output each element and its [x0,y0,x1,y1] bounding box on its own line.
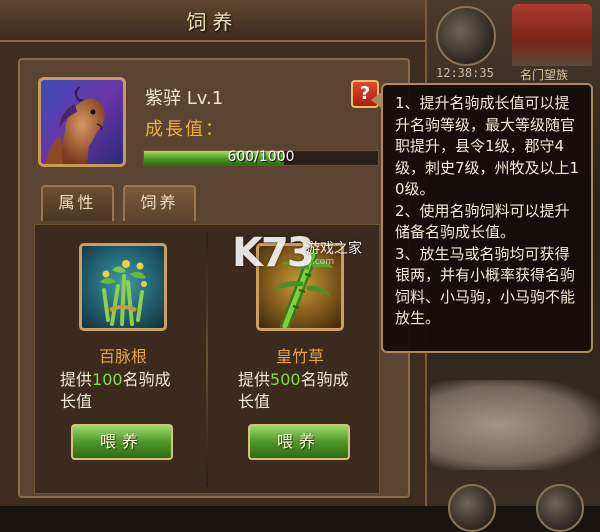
horse-icon [45,86,105,164]
item-desc-suffix: 名驹成 [300,370,349,389]
tab-feeding[interactable]: 饲养 [123,185,196,221]
feed-button-herb[interactable]: 喂养 [71,424,173,460]
horse-avatar[interactable] [38,77,126,167]
bottom-orb-icon-2[interactable] [536,484,584,532]
item-desc-line2: 长值 [60,392,93,411]
item-name-bamboo-grass: 皇竹草 [275,347,324,366]
items-divider [206,232,208,487]
clock-readout: 12:38:35 [436,66,494,80]
item-slot-bamboo-grass[interactable] [256,243,344,331]
title-bar: 饲养 [0,0,425,42]
tooltip-line-3: 3、放生马或名驹均可获得银两，并有小概率获得名驹饲料、小马驹，小马驹不能放生。 [395,244,576,328]
horse-name-level: 紫骍 Lv.1 [145,88,224,109]
item-desc-line2: 长值 [238,392,271,411]
bottom-orb-icon[interactable] [448,484,496,532]
herb-icon [100,260,147,326]
tooltip-line-1: 1、提升名驹成长值可以提升名驹等级，最大等级随官职提升，县令1级，郡守4级，刺史… [395,94,580,198]
growth-label: 成長值： [145,119,225,140]
item-desc-value: 500 [270,370,301,389]
item-desc-value: 100 [92,370,123,389]
item-desc-herb: 提供100名驹成 长值 [60,369,200,413]
bamboo-grass-icon [273,249,333,328]
feed-button-bamboo-grass[interactable]: 喂养 [248,424,350,460]
building-label: 名门望族 [520,68,569,82]
tab-attributes[interactable]: 属性 [41,185,114,221]
item-desc-suffix: 名驹成 [122,370,171,389]
item-name-herb: 百脉根 [98,347,147,366]
growth-progress-text: 600/1000 [227,149,295,165]
help-tooltip: 1、提升名驹成长值可以提升名驹等级，最大等级随官职提升，县令1级，郡守4级，刺史… [371,83,593,353]
clock-orb-icon [436,6,496,66]
item-desc-bamboo-grass: 提供500名驹成 长值 [238,369,378,413]
item-desc-prefix: 提供 [238,370,271,389]
tooltip-line-2: 2、使用名驹饲料可以提升储备名驹成长值。 [395,201,570,242]
background-decoration [430,380,600,470]
item-slot-herb[interactable] [79,243,167,331]
building-icon[interactable] [512,4,592,66]
item-desc-prefix: 提供 [60,370,93,389]
panel-title: 饲养 [186,10,239,34]
